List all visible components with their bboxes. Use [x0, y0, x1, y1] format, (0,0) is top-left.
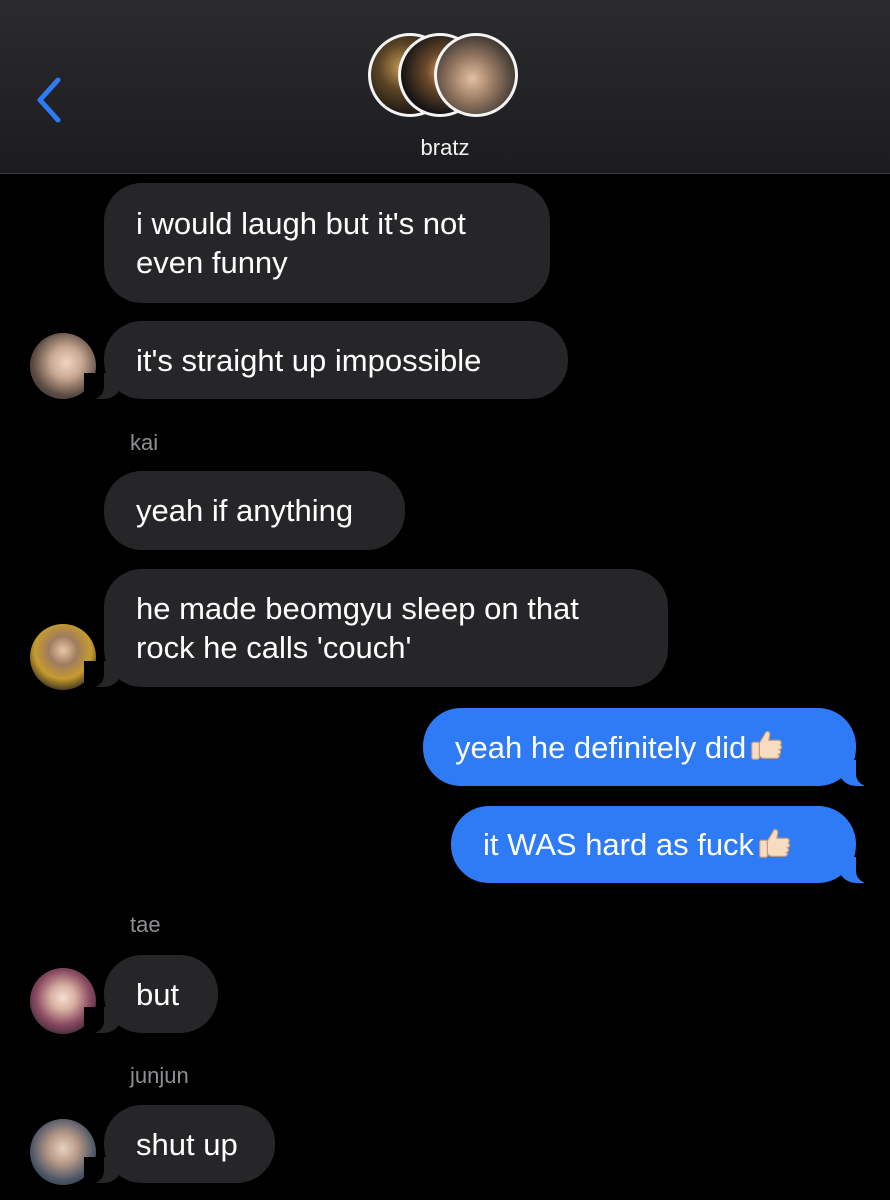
message-bubble[interactable]: yeah if anything [104, 471, 405, 550]
group-avatar-stack[interactable] [364, 28, 526, 120]
message-text: shut up [136, 1126, 238, 1162]
message-bubble[interactable]: but [84, 955, 218, 1033]
message-bubble[interactable]: i would laugh but it's not even funny [104, 183, 550, 303]
message-bubble[interactable]: yeah he definitely did [423, 708, 876, 786]
message-bubble[interactable]: it WAS hard as fuck [451, 806, 876, 883]
message-text: yeah he definitely did [455, 729, 747, 765]
thumbs-up-icon [759, 828, 791, 858]
message-text: it's straight up impossible [136, 342, 482, 378]
message-text: but [136, 976, 180, 1012]
chevron-left-icon [37, 77, 61, 123]
message-bubble[interactable]: it's straight up impossible [84, 321, 568, 399]
message-text: he made beomgyu sleep on that rock he ca… [136, 591, 579, 665]
sender-name: tae [130, 912, 161, 937]
back-button[interactable] [30, 72, 70, 128]
sender-name: kai [130, 430, 159, 455]
message-bubble[interactable]: shut up [84, 1105, 275, 1183]
thumbs-up-icon [751, 731, 783, 760]
group-member-avatar [434, 33, 518, 117]
chat-title[interactable]: bratz [0, 135, 890, 161]
message-text: it WAS hard as fuck [483, 827, 755, 862]
sender-name: junjun [130, 1063, 189, 1088]
message-text: yeah if anything [136, 493, 354, 528]
message-bubble[interactable]: he made beomgyu sleep on that rock he ca… [84, 569, 668, 687]
message-text: i would laugh but it's not even funny [136, 206, 466, 280]
conversation-header: bratz [0, 0, 890, 174]
